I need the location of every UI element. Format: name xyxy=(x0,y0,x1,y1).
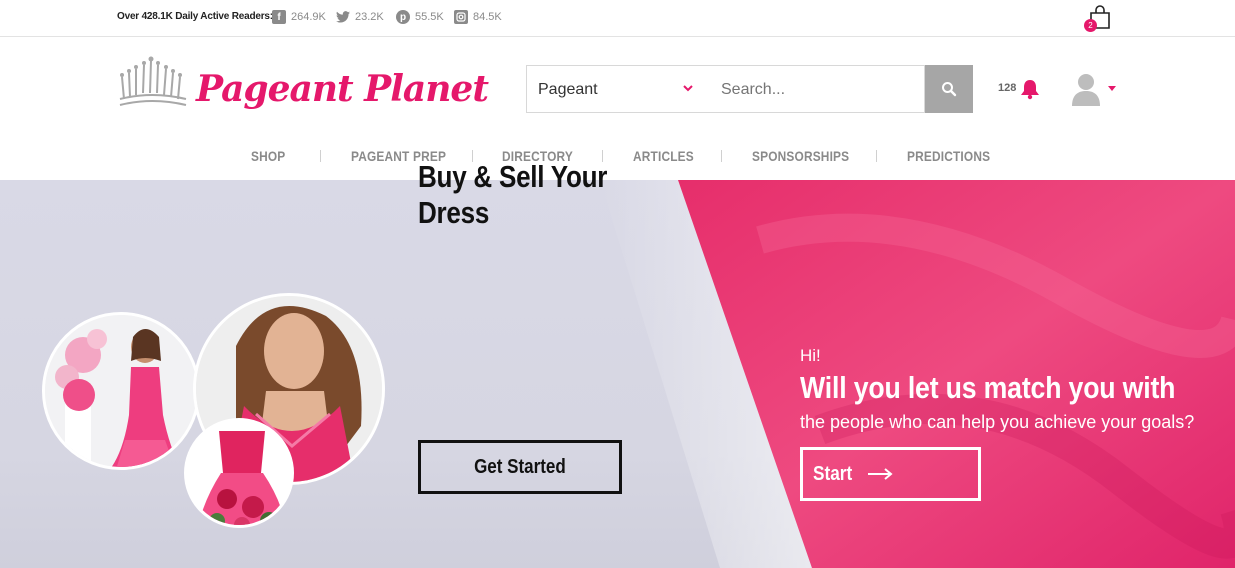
get-started-label: Get Started xyxy=(474,455,566,478)
twitter-count: 23.2K xyxy=(355,11,384,23)
nav-item-predictions[interactable]: PREDICTIONS xyxy=(907,148,990,164)
twitter-icon xyxy=(336,10,350,24)
search-input[interactable] xyxy=(721,81,911,99)
social-pinterest[interactable]: p 55.5K xyxy=(396,10,444,24)
pinterest-count: 55.5K xyxy=(415,11,444,23)
category-select-value: Pageant xyxy=(538,81,598,98)
facebook-count: 264.9K xyxy=(291,11,326,23)
start-label: Start xyxy=(813,462,853,485)
social-twitter[interactable]: 23.2K xyxy=(336,10,384,24)
instagram-count: 84.5K xyxy=(473,11,502,23)
logo-text[interactable]: Pageant Planet xyxy=(196,68,489,110)
nav-divider xyxy=(320,150,321,162)
nav-item-sponsorships[interactable]: SPONSORSHIPS xyxy=(752,148,849,164)
user-avatar-icon[interactable] xyxy=(1071,72,1101,106)
category-select[interactable]: Pageant xyxy=(526,65,706,113)
hero-left-headline: Buy & Sell Your Dress xyxy=(418,159,608,230)
hero-greeting: Hi! xyxy=(800,346,821,365)
chevron-down-icon xyxy=(683,85,693,92)
dress-photo-floral xyxy=(184,418,294,528)
pinterest-icon: p xyxy=(396,10,410,24)
top-bar: Over 428.1K Daily Active Readers: f 264.… xyxy=(0,0,1235,37)
arrow-right-icon xyxy=(867,468,893,480)
start-button[interactable]: Start xyxy=(800,447,981,501)
hero-right-title: Will you let us match you with xyxy=(800,370,1176,405)
search-icon xyxy=(942,82,957,97)
notification-count[interactable]: 128 xyxy=(998,82,1016,94)
nav-item-shop[interactable]: SHOP xyxy=(251,148,285,164)
search-button[interactable] xyxy=(925,65,973,113)
instagram-icon xyxy=(454,10,468,24)
nav-divider xyxy=(721,150,722,162)
hero-right-subtitle: the people who can help you achieve your… xyxy=(800,412,1195,432)
cart-count-badge: 2 xyxy=(1084,19,1097,32)
caret-down-icon[interactable] xyxy=(1108,86,1116,91)
bell-icon[interactable] xyxy=(1019,78,1041,100)
search-box[interactable] xyxy=(705,65,925,113)
social-instagram[interactable]: 84.5K xyxy=(454,10,502,24)
nav-divider xyxy=(876,150,877,162)
readers-count-text: Over 428.1K Daily Active Readers: xyxy=(117,11,273,22)
social-facebook[interactable]: f 264.9K xyxy=(272,10,326,24)
facebook-icon: f xyxy=(272,10,286,24)
dress-photo-mermaid xyxy=(42,312,200,470)
get-started-button[interactable]: Get Started xyxy=(418,440,622,494)
